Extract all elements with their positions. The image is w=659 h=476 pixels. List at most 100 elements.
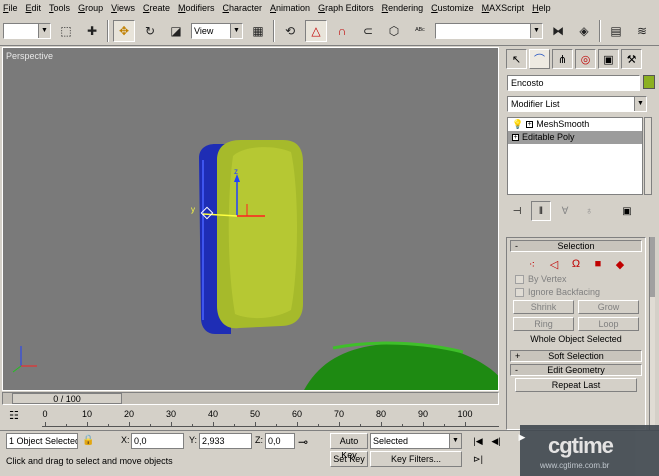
tab-utilities[interactable]: ⚒ bbox=[621, 49, 642, 69]
x-coord-field[interactable]: 0,0 bbox=[131, 433, 184, 449]
menu-help[interactable]: Help bbox=[532, 3, 551, 13]
time-slider-handle[interactable]: 0 / 100 bbox=[12, 393, 122, 404]
edge-icon[interactable]: ◁ bbox=[547, 258, 561, 271]
remove-modifier-button[interactable]: ♁ bbox=[579, 201, 599, 221]
by-vertex-row[interactable]: By Vertex bbox=[515, 274, 637, 284]
toolbar-separator bbox=[599, 19, 601, 42]
soft-selection-rollout-header[interactable]: + Soft Selection bbox=[510, 350, 642, 362]
pin-stack-button[interactable]: ⊣ bbox=[507, 201, 527, 221]
pivot-button[interactable]: ▦ bbox=[247, 19, 269, 42]
key-filters-button[interactable]: Key Filters... bbox=[370, 451, 462, 467]
tick-mark bbox=[297, 422, 298, 427]
curve-editor-button[interactable]: ≋ bbox=[631, 19, 653, 42]
select-rotate-button[interactable]: ↻ bbox=[139, 19, 161, 42]
key-icon[interactable]: ⊸ bbox=[298, 435, 308, 449]
object-color-swatch[interactable] bbox=[643, 75, 655, 89]
shrink-button[interactable]: Shrink bbox=[513, 300, 574, 314]
stack-item-meshsmooth[interactable]: 💡 + MeshSmooth bbox=[508, 118, 642, 131]
previous-frame-button[interactable]: ◀| bbox=[488, 433, 504, 449]
z-coord-field[interactable]: 0,0 bbox=[265, 433, 295, 449]
edit-named-sets-button[interactable]: ⬡ bbox=[383, 19, 405, 42]
menu-tools[interactable]: Tools bbox=[49, 3, 70, 13]
time-slider[interactable]: 0 / 100 bbox=[2, 392, 499, 405]
select-region-button[interactable]: ⬚ bbox=[55, 19, 77, 42]
tab-modify[interactable]: ⌒ bbox=[529, 49, 550, 69]
menu-file[interactable]: File bbox=[3, 3, 18, 13]
ignore-backfacing-checkbox[interactable] bbox=[515, 287, 524, 297]
stack-item-editable-poly[interactable]: + Editable Poly bbox=[508, 131, 642, 144]
edit-geometry-rollout-header[interactable]: - Edit Geometry bbox=[510, 364, 642, 376]
ring-button[interactable]: Ring bbox=[513, 317, 574, 331]
angle-snap-button[interactable]: △ bbox=[305, 19, 327, 42]
tab-motion[interactable]: ◎ bbox=[575, 49, 596, 69]
ground-object[interactable] bbox=[303, 343, 499, 391]
tab-hierarchy[interactable]: ⋔ bbox=[552, 49, 573, 69]
expand-box[interactable]: + bbox=[526, 121, 534, 128]
expand-box[interactable]: + bbox=[512, 134, 519, 141]
layer-manager-button[interactable]: ▤ bbox=[605, 19, 627, 42]
menu-graph-editors[interactable]: Graph Editors bbox=[318, 3, 374, 13]
menu-customize[interactable]: Customize bbox=[431, 3, 474, 13]
mirror-tool-button[interactable]: ⧓ bbox=[547, 19, 569, 42]
menu-edit[interactable]: Edit bbox=[26, 3, 42, 13]
align-button[interactable]: ◈ bbox=[573, 19, 595, 42]
collapse-sign: - bbox=[515, 365, 518, 375]
menu-create[interactable]: Create bbox=[143, 3, 170, 13]
main-toolbar: ▼ ⬚ ✚ ✥ ↻ ◪ View ▼ ▦ ⟲ △ ∩ ⊂ ⬡ ᴬᴮᶜ ▼ ⧓ ◈… bbox=[0, 16, 659, 46]
repeat-last-button[interactable]: Repeat Last bbox=[515, 378, 637, 392]
mirror-button[interactable]: ᴬᴮᶜ bbox=[409, 19, 431, 42]
display-icon: ▣ bbox=[603, 53, 614, 66]
selection-filter-dropdown[interactable]: ▼ bbox=[3, 22, 51, 39]
set-key-button[interactable]: Set Key bbox=[330, 451, 368, 467]
command-panel-scrollbar[interactable] bbox=[649, 237, 655, 430]
menu-animation[interactable]: Animation bbox=[270, 3, 310, 13]
y-coord-field[interactable]: 2,933 bbox=[199, 433, 252, 449]
key-mode-dropdown[interactable]: Selected ▼ bbox=[370, 433, 462, 449]
vertex-icon[interactable]: ⁖ bbox=[525, 258, 539, 271]
menu-views[interactable]: Views bbox=[111, 3, 135, 13]
select-scale-button[interactable]: ◪ bbox=[165, 19, 187, 42]
polygon-icon[interactable]: ■ bbox=[591, 258, 605, 270]
percent-snap-button[interactable]: ∩ bbox=[331, 19, 353, 42]
loop-button[interactable]: Loop bbox=[578, 317, 639, 331]
tab-create[interactable]: ↖ bbox=[506, 49, 527, 69]
perspective-viewport[interactable]: Perspective z y bbox=[2, 47, 499, 391]
menu-rendering[interactable]: Rendering bbox=[382, 3, 424, 13]
element-icon[interactable]: ◆ bbox=[613, 258, 627, 271]
selection-rollout-header[interactable]: - Selection bbox=[510, 240, 642, 252]
named-selection-dropdown[interactable]: ▼ bbox=[435, 22, 543, 39]
track-bar[interactable]: ☷ 0 10 20 30 40 50 60 70 80 90 100 bbox=[2, 407, 499, 429]
select-move-button[interactable]: ✥ bbox=[113, 19, 135, 42]
go-to-start-button[interactable]: |◀ bbox=[470, 433, 486, 449]
by-vertex-checkbox[interactable] bbox=[515, 274, 524, 284]
reference-coord-dropdown[interactable]: View ▼ bbox=[191, 22, 243, 39]
modifier-list-dropdown[interactable]: Modifier List ▼ bbox=[507, 96, 647, 112]
auto-key-button[interactable]: Auto Key bbox=[330, 433, 368, 460]
ignore-backfacing-row[interactable]: Ignore Backfacing bbox=[515, 287, 637, 297]
menu-maxscript[interactable]: MAXScript bbox=[482, 3, 525, 13]
grow-button[interactable]: Grow bbox=[578, 300, 639, 314]
object-name-field[interactable]: Encosto bbox=[507, 75, 640, 91]
play-icon[interactable]: ▶ bbox=[514, 429, 530, 445]
spinner-snap-button[interactable]: ⊂ bbox=[357, 19, 379, 42]
stack-scrollbar[interactable] bbox=[644, 117, 652, 195]
snap-toggle-button[interactable]: ⟲ bbox=[279, 19, 301, 42]
lock-icon[interactable]: 🔒 bbox=[82, 435, 94, 446]
border-icon[interactable]: Ω bbox=[569, 258, 583, 270]
lightbulb-icon[interactable]: 💡 bbox=[512, 118, 523, 131]
key-mode-toggle[interactable]: ⊳| bbox=[470, 451, 486, 467]
menu-group[interactable]: Group bbox=[78, 3, 103, 13]
tab-display[interactable]: ▣ bbox=[598, 49, 619, 69]
tick-mark bbox=[339, 422, 340, 427]
menu-modifiers[interactable]: Modifiers bbox=[178, 3, 215, 13]
tick-label: 0 bbox=[42, 409, 48, 419]
trackbar-icon[interactable]: ☷ bbox=[9, 409, 19, 422]
scroll-thumb[interactable] bbox=[650, 237, 655, 297]
make-unique-button[interactable]: ∀ bbox=[555, 201, 575, 221]
menu-character[interactable]: Character bbox=[222, 3, 262, 13]
show-end-result-button[interactable]: ‖ bbox=[531, 201, 551, 221]
configure-sets-button[interactable]: ▣ bbox=[617, 201, 637, 221]
link-button[interactable]: ✚ bbox=[81, 19, 103, 42]
tick-mark bbox=[276, 424, 277, 427]
frame-ruler[interactable]: 0 10 20 30 40 50 60 70 80 90 100 bbox=[42, 407, 499, 429]
